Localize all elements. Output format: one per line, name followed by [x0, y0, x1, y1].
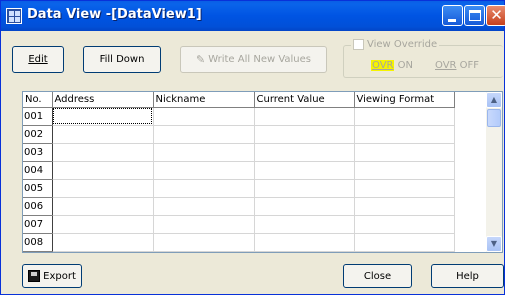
table-row[interactable]: 003 — [23, 143, 455, 162]
table-row[interactable]: 008 — [23, 233, 455, 252]
address-cell[interactable] — [52, 125, 154, 144]
close-button[interactable]: Close — [343, 264, 412, 288]
fill-down-button-label: Fill Down — [99, 54, 145, 65]
data-view-window: Data View -[DataView1] ✕ Edit Fill Down … — [0, 0, 505, 295]
viewing-format-cell[interactable] — [354, 197, 455, 216]
table-row[interactable]: 006 — [23, 197, 455, 216]
export-button-label: Export — [43, 270, 76, 282]
nickname-cell[interactable] — [153, 161, 255, 180]
nickname-cell[interactable] — [153, 107, 255, 126]
close-button-label: Close — [363, 270, 392, 282]
nickname-cell[interactable] — [153, 143, 255, 162]
current-value-cell[interactable] — [254, 161, 355, 180]
ovr-off-option[interactable]: OVR OFF — [435, 60, 479, 71]
address-cell[interactable] — [52, 197, 154, 216]
viewing-format-cell[interactable] — [354, 143, 455, 162]
edit-button[interactable]: Edit — [12, 46, 64, 73]
current-value-cell[interactable] — [254, 179, 355, 198]
scroll-thumb[interactable] — [487, 109, 501, 127]
ovr-on-text: ON — [394, 60, 414, 71]
row-number: 001 — [23, 107, 53, 126]
row-number: 006 — [23, 197, 53, 216]
data-table: No. Address Nickname Current Value Viewi… — [23, 92, 455, 252]
row-number: 008 — [23, 233, 53, 252]
view-override-legend[interactable]: View Override — [351, 39, 440, 50]
current-value-cell[interactable] — [254, 125, 355, 144]
ovr-off-hotkey: OVR — [435, 60, 457, 71]
row-number: 003 — [23, 143, 53, 162]
viewing-format-cell[interactable] — [354, 125, 455, 144]
nickname-cell[interactable] — [153, 233, 255, 252]
scroll-down-button[interactable]: ▼ — [486, 236, 502, 252]
view-override-checkbox[interactable] — [353, 39, 364, 50]
row-number: 005 — [23, 179, 53, 198]
address-cell[interactable] — [52, 215, 154, 234]
help-button[interactable]: Help — [431, 264, 504, 288]
current-value-cell[interactable] — [254, 197, 355, 216]
chevron-down-icon: ▼ — [490, 239, 498, 248]
dataview-app-icon[interactable] — [6, 8, 22, 24]
address-cell[interactable] — [52, 107, 154, 126]
address-cell[interactable] — [52, 143, 154, 162]
vertical-scrollbar[interactable]: ▲ ▼ — [486, 92, 502, 252]
fill-down-button[interactable]: Fill Down — [83, 46, 161, 73]
minimize-icon — [448, 19, 456, 22]
address-cell[interactable] — [52, 179, 154, 198]
export-button[interactable]: Export — [22, 264, 82, 288]
viewing-format-cell[interactable] — [354, 107, 455, 126]
address-cell[interactable] — [52, 161, 154, 180]
table-row[interactable]: 001 — [23, 107, 455, 126]
ovr-on-option[interactable]: OVR ON — [371, 60, 413, 71]
nickname-cell[interactable] — [153, 197, 255, 216]
nickname-cell[interactable] — [153, 215, 255, 234]
ovr-off-text: OFF — [456, 60, 480, 71]
floppy-disk-icon — [28, 270, 41, 282]
table-row[interactable]: 005 — [23, 179, 455, 198]
scroll-up-button[interactable]: ▲ — [486, 92, 502, 108]
table-row[interactable]: 007 — [23, 215, 455, 234]
viewing-format-cell[interactable] — [354, 233, 455, 252]
edit-button-label: Edit — [28, 54, 48, 65]
minimize-button[interactable] — [442, 5, 463, 26]
window-title: Data View -[DataView1] — [27, 7, 202, 22]
row-number: 004 — [23, 161, 53, 180]
write-all-new-values-button[interactable]: ✎ Write All New Values — [180, 46, 327, 73]
data-grid[interactable]: No. Address Nickname Current Value Viewi… — [22, 91, 503, 253]
row-number: 002 — [23, 125, 53, 144]
title-bar[interactable]: Data View -[DataView1] ✕ — [1, 1, 505, 31]
column-header-nickname[interactable]: Nickname — [153, 92, 255, 108]
viewing-format-cell[interactable] — [354, 161, 455, 180]
table-row[interactable]: 002 — [23, 125, 455, 144]
row-number: 007 — [23, 215, 53, 234]
view-override-label: View Override — [367, 39, 438, 50]
chevron-up-icon: ▲ — [490, 95, 498, 104]
ovr-on-hotkey: OVR — [371, 60, 395, 71]
address-cell[interactable] — [52, 233, 154, 252]
current-value-cell[interactable] — [254, 143, 355, 162]
current-value-cell[interactable] — [254, 233, 355, 252]
column-header-address[interactable]: Address — [52, 92, 154, 108]
close-icon: ✕ — [490, 6, 503, 24]
table-header-row: No. Address Nickname Current Value Viewi… — [23, 92, 455, 108]
current-value-cell[interactable] — [254, 107, 355, 126]
help-button-label: Help — [456, 270, 479, 282]
maximize-icon — [469, 10, 481, 21]
nickname-cell[interactable] — [153, 125, 255, 144]
column-header-current-value[interactable]: Current Value — [254, 92, 355, 108]
table-row[interactable]: 004 — [23, 161, 455, 180]
viewing-format-cell[interactable] — [354, 179, 455, 198]
nickname-cell[interactable] — [153, 179, 255, 198]
viewing-format-cell[interactable] — [354, 215, 455, 234]
maximize-button[interactable] — [464, 5, 485, 26]
pencil-icon: ✎ — [195, 53, 206, 66]
column-header-no[interactable]: No. — [23, 92, 53, 108]
write-all-button-label: Write All New Values — [208, 54, 312, 65]
current-value-cell[interactable] — [254, 215, 355, 234]
close-window-button[interactable]: ✕ — [486, 5, 505, 26]
column-header-viewing-format[interactable]: Viewing Format — [354, 92, 455, 108]
